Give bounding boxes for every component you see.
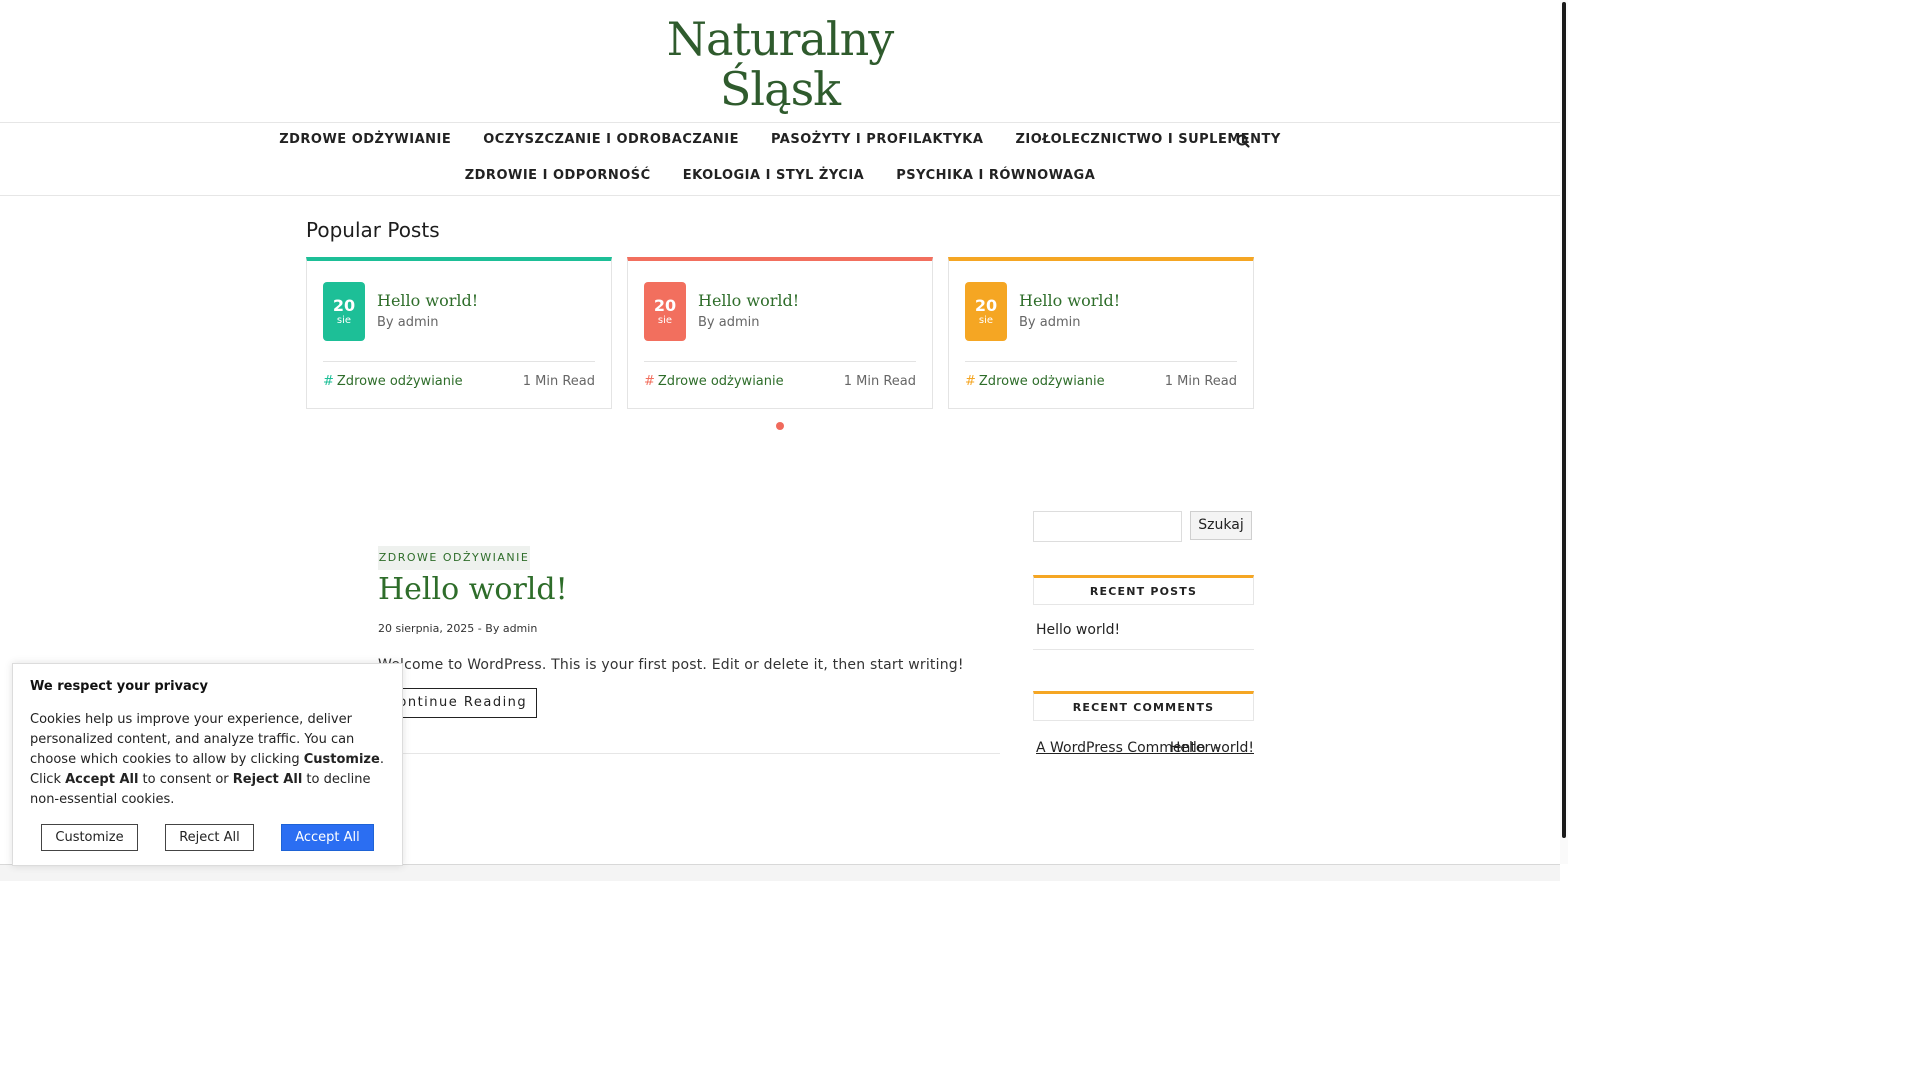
sidebar-search-input[interactable] <box>1033 511 1182 542</box>
date-month: sie <box>978 315 994 326</box>
date-badge: 20 sie <box>965 282 1007 341</box>
main-nav-row-1: ZDROWE ODŻYWIANIE OCZYSZCZANIE I ODROBAC… <box>0 122 1560 158</box>
card-divider <box>644 361 916 362</box>
nav-item-psychika[interactable]: PSYCHIKA I RÓWNOWAGA <box>880 158 1111 194</box>
cookie-title: We respect your privacy <box>30 679 208 694</box>
logo-line-1: Naturalny <box>666 12 895 66</box>
nav-item-zdrowe-odzywianie[interactable]: ZDROWE ODŻYWIANIE <box>263 122 467 158</box>
popular-post-title[interactable]: Hello world! <box>377 291 478 310</box>
date-badge: 20 sie <box>644 282 686 341</box>
nav-item-pasozyty[interactable]: PASOŻYTY I PROFILAKTYKA <box>755 122 999 158</box>
hash-icon: # <box>644 374 655 389</box>
popular-post-author[interactable]: By admin <box>698 315 759 330</box>
date-day: 20 <box>974 296 998 315</box>
cookie-consent-banner: We respect your privacy Cookies help us … <box>12 663 403 866</box>
nav-item-ekologia[interactable]: EKOLOGIA I STYL ŻYCIA <box>667 158 881 194</box>
hash-icon: # <box>965 374 976 389</box>
category-label: Zdrowe odżywianie <box>657 374 784 389</box>
cookie-text: Cookies help us improve your experience,… <box>30 712 384 807</box>
cookie-customize-button[interactable]: Customize <box>41 824 138 851</box>
nav-divider <box>0 195 1560 196</box>
read-time: 1 Min Read <box>522 374 595 389</box>
read-time: 1 Min Read <box>843 374 916 389</box>
post-meta: 20 sierpnia, 2025 - By admin <box>378 622 538 635</box>
search-icon[interactable] <box>1234 131 1252 151</box>
popular-posts-title: Popular Posts <box>306 218 440 242</box>
card-divider <box>323 361 595 362</box>
logo-line-2: Śląsk <box>719 62 841 116</box>
post-category-tag[interactable]: ZDROWE ODŻYWIANIE <box>378 546 530 570</box>
read-time: 1 Min Read <box>1164 374 1237 389</box>
date-month: sie <box>657 315 673 326</box>
nav-item-zdrowie-odpornosc[interactable]: ZDROWIE I ODPORNOŚĆ <box>449 158 667 194</box>
post-divider <box>378 753 1000 754</box>
popular-post-card[interactable]: 20 sie Hello world! By admin # Zdrowe odż… <box>306 257 612 409</box>
popular-post-category[interactable]: # Zdrowe odżywianie <box>644 374 784 389</box>
post-title[interactable]: Hello world! <box>378 572 568 607</box>
date-badge: 20 sie <box>323 282 365 341</box>
carousel-dot[interactable] <box>776 422 784 430</box>
category-label: Zdrowe odżywianie <box>978 374 1105 389</box>
recent-post-link[interactable]: Hello world! <box>1036 622 1120 638</box>
popular-post-card[interactable]: 20 sie Hello world! By admin # Zdrowe odż… <box>627 257 933 409</box>
card-divider <box>965 361 1237 362</box>
footer-strip <box>0 864 1560 881</box>
date-day: 20 <box>332 296 356 315</box>
comment-post[interactable]: Hello world! <box>1170 740 1254 756</box>
recent-posts-heading: RECENT POSTS <box>1033 575 1254 605</box>
site-logo[interactable]: Naturalny Śląsk <box>0 0 1560 122</box>
sidebar-search-button[interactable]: Szukaj <box>1190 511 1252 540</box>
cookie-reject-button[interactable]: Reject All <box>165 824 254 851</box>
popular-post-category[interactable]: # Zdrowe odżywianie <box>965 374 1105 389</box>
popular-post-author[interactable]: By admin <box>1019 315 1080 330</box>
popular-post-card[interactable]: 20 sie Hello world! By admin # Zdrowe odż… <box>948 257 1254 409</box>
nav-item-ziololecznictwo[interactable]: ZIOŁOLECZNICTWO I SUPLEMENTY <box>999 122 1296 158</box>
date-month: sie <box>336 315 352 326</box>
recent-comments-heading: RECENT COMMENTS <box>1033 691 1254 721</box>
nav-item-oczyszczanie[interactable]: OCZYSZCZANIE I ODROBACZANIE <box>467 122 755 158</box>
popular-post-author[interactable]: By admin <box>377 315 438 330</box>
popular-post-title[interactable]: Hello world! <box>698 291 799 310</box>
popular-post-title[interactable]: Hello world! <box>1019 291 1120 310</box>
recent-comment-post-link[interactable]: Hello world! <box>1033 736 1254 760</box>
main-nav-row-2: ZDROWIE I ODPORNOŚĆ EKOLOGIA I STYL ŻYCI… <box>0 158 1560 194</box>
popular-post-category[interactable]: # Zdrowe odżywianie <box>323 374 463 389</box>
widget-divider <box>1033 649 1254 650</box>
date-day: 20 <box>653 296 677 315</box>
cookie-accept-button[interactable]: Accept All <box>281 824 374 851</box>
scrollbar-thumb[interactable] <box>1562 2 1566 838</box>
category-label: Zdrowe odżywianie <box>336 374 463 389</box>
post-excerpt: Welcome to WordPress. This is your first… <box>378 657 964 673</box>
hash-icon: # <box>323 374 334 389</box>
